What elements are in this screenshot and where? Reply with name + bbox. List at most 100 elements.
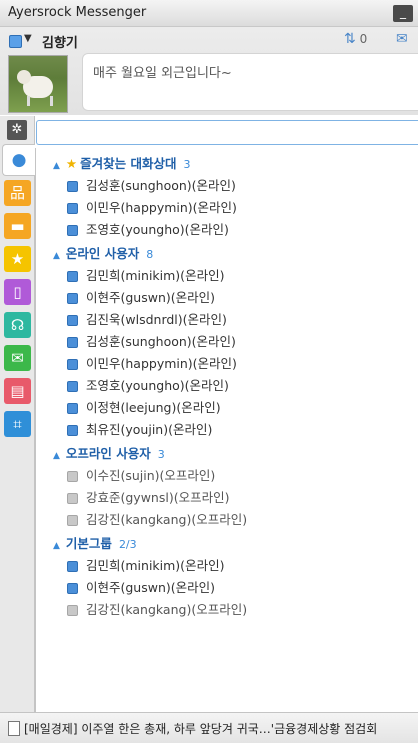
- contacts-tab[interactable]: ●: [2, 144, 35, 176]
- contact-item[interactable]: 김성훈(sunghoon)(온라인): [67, 175, 236, 195]
- online-status-icon: [67, 403, 78, 414]
- contact-item[interactable]: 이현주(guswn)(온라인): [67, 577, 215, 597]
- contact-name: 이수진(sujin)(오프라인): [86, 468, 216, 483]
- group-label: 즐겨찾는 대화상대: [80, 156, 177, 171]
- online-status-icon: [67, 315, 78, 326]
- contact-item[interactable]: 김강진(kangkang)(오프라인): [67, 599, 247, 619]
- collapse-arrow-icon: ▲: [53, 161, 60, 171]
- online-status-icon[interactable]: [9, 35, 22, 48]
- gear-icon[interactable]: ✲: [7, 120, 27, 140]
- group-count: 3: [183, 158, 191, 171]
- contact-name: 김강진(kangkang)(오프라인): [86, 512, 248, 527]
- star-icon: ★: [65, 156, 78, 171]
- mail-tab[interactable]: ✉: [4, 345, 31, 371]
- online-status-icon: [67, 425, 78, 436]
- group-label: 기본그룹: [65, 536, 112, 551]
- file-transfer-indicator[interactable]: ⇅ 0: [344, 31, 367, 47]
- contact-name: 조영호(youngho)(온라인): [86, 378, 229, 393]
- group-label: 온라인 사용자: [65, 246, 140, 261]
- window-title: Ayersrock Messenger: [8, 5, 147, 20]
- contact-name: 이민우(happymin)(온라인): [86, 200, 237, 215]
- org-chart-tab[interactable]: 品: [4, 180, 31, 206]
- group-count: 2/3: [118, 538, 137, 551]
- envelope-icon: ✉: [11, 349, 24, 367]
- collapse-arrow-icon: ▲: [53, 541, 60, 551]
- support-tab[interactable]: ☊: [4, 312, 31, 338]
- user-profile-bar: ▼ 김향기 ⇅ 0 ✉ 매주 월요일 외근입니다~: [0, 27, 418, 115]
- contact-name: 김진욱(wlsdnrdl)(온라인): [86, 312, 227, 327]
- contact-item[interactable]: 이민우(happymin)(온라인): [67, 353, 237, 373]
- online-status-icon: [67, 359, 78, 370]
- contact-name: 김성훈(sunghoon)(온라인): [86, 178, 236, 193]
- contact-name: 조영호(youngho)(온라인): [86, 222, 229, 237]
- offline-status-icon: [67, 515, 78, 526]
- group-header-online[interactable]: ▲ 온라인 사용자 8: [53, 243, 153, 263]
- group-count: 8: [146, 248, 154, 261]
- contact-name: 강효준(gywnsl)(오프라인): [86, 490, 230, 505]
- online-status-icon: [67, 561, 78, 572]
- panel-border: [35, 148, 36, 718]
- contact-item[interactable]: 김민희(minikim)(온라인): [67, 555, 224, 575]
- tablet-icon: ▯: [13, 283, 22, 301]
- contact-name: 이현주(guswn)(온라인): [86, 580, 216, 595]
- offline-status-icon: [67, 493, 78, 504]
- contact-item[interactable]: 조영호(youngho)(온라인): [67, 219, 229, 239]
- group-header-basic[interactable]: ▲ 기본그룹 2/3: [53, 533, 137, 553]
- document-tab[interactable]: ▤: [4, 378, 31, 404]
- contact-list-panel: ▲ ★ 즐겨찾는 대화상대 3 김성훈(sunghoon)(온라인) 이민우(happ…: [35, 116, 418, 718]
- document-icon: ▤: [10, 382, 25, 400]
- contact-item[interactable]: 김강진(kangkang)(오프라인): [67, 509, 247, 529]
- online-status-icon: [67, 271, 78, 282]
- favorites-tab[interactable]: ★: [4, 246, 31, 272]
- online-status-icon: [67, 181, 78, 192]
- sidebar: ✲ ● 品 ▬ ★ ▯ ☊ ✉ ▤ ⌗: [0, 116, 35, 718]
- contact-item[interactable]: 이수진(sujin)(오프라인): [67, 465, 215, 485]
- contact-name: 이민우(happymin)(온라인): [86, 356, 237, 371]
- contact-item[interactable]: 김민희(minikim)(온라인): [67, 265, 224, 285]
- group-header-offline[interactable]: ▲ 오프라인 사용자 3: [53, 443, 165, 463]
- contacts-icon: ●: [11, 150, 27, 170]
- avatar[interactable]: [8, 55, 68, 113]
- tablet-tab[interactable]: ▯: [4, 279, 31, 305]
- minimize-button[interactable]: _: [393, 5, 413, 22]
- chat-tab[interactable]: ▬: [4, 213, 31, 239]
- user-name: 김향기: [42, 36, 78, 51]
- contact-item[interactable]: 김성훈(sunghoon)(온라인): [67, 331, 236, 351]
- crop-icon: ⌗: [13, 415, 22, 433]
- online-status-icon: [67, 583, 78, 594]
- status-dropdown-icon[interactable]: ▼: [24, 33, 32, 44]
- online-status-icon: [67, 293, 78, 304]
- star-icon: ★: [10, 250, 25, 268]
- group-count: 3: [157, 448, 165, 461]
- headset-icon: ☊: [10, 316, 25, 334]
- group-header-favorites[interactable]: ▲ ★ 즐겨찾는 대화상대 3: [53, 153, 191, 173]
- contact-name: 김민희(minikim)(온라인): [86, 558, 225, 573]
- contact-name: 최유진(youjin)(온라인): [86, 422, 213, 437]
- contact-name: 이정현(leejung)(온라인): [86, 400, 221, 415]
- news-headline[interactable]: [매일경제] 이주열 한은 총재, 하루 앞당겨 귀국…'금융경제상황 점검회: [24, 720, 377, 737]
- contact-name: 김성훈(sunghoon)(온라인): [86, 334, 236, 349]
- contact-item[interactable]: 이현주(guswn)(온라인): [67, 287, 215, 307]
- online-status-icon: [67, 381, 78, 392]
- contact-name: 김강진(kangkang)(오프라인): [86, 602, 248, 617]
- contact-item[interactable]: 이민우(happymin)(온라인): [67, 197, 237, 217]
- status-message[interactable]: 매주 월요일 외근입니다~: [82, 53, 418, 111]
- news-ticker: [매일경제] 이주열 한은 총재, 하루 앞당겨 귀국…'금융경제상황 점검회: [0, 712, 418, 743]
- chat-icon: ▬: [10, 217, 25, 235]
- mail-icon[interactable]: ✉: [396, 31, 408, 47]
- contact-name: 김민희(minikim)(온라인): [86, 268, 225, 283]
- contact-item[interactable]: 강효준(gywnsl)(오프라인): [67, 487, 229, 507]
- crop-tab[interactable]: ⌗: [4, 411, 31, 437]
- group-label: 오프라인 사용자: [65, 446, 151, 461]
- contact-item[interactable]: 이정현(leejung)(온라인): [67, 397, 221, 417]
- transfer-count: 0: [359, 32, 368, 46]
- sheep-head: [17, 70, 31, 84]
- search-input[interactable]: [36, 120, 418, 145]
- contact-item[interactable]: 최유진(youjin)(온라인): [67, 419, 212, 439]
- sheep-legs: [27, 96, 53, 106]
- online-status-icon: [67, 337, 78, 348]
- contact-item[interactable]: 김진욱(wlsdnrdl)(온라인): [67, 309, 227, 329]
- contact-item[interactable]: 조영호(youngho)(온라인): [67, 375, 229, 395]
- contact-name: 이현주(guswn)(온라인): [86, 290, 216, 305]
- collapse-arrow-icon: ▲: [53, 251, 60, 261]
